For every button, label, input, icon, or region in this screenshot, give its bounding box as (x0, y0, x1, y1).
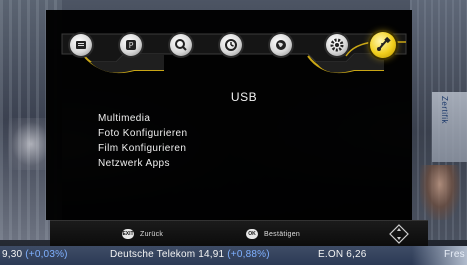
ticker-name: Deutsche Telekom (110, 249, 196, 260)
tv-screen: Zertifik P USB Multimedia Foto Konfiguri… (0, 0, 467, 265)
usb-icon[interactable] (370, 32, 396, 58)
ticker-value: 9,30 (2, 249, 23, 260)
confirm-hint[interactable]: OK Bestätigen (246, 228, 300, 240)
stock-ticker: 9,30 (+0,03%) Deutsche Telekom 14,91 (+0… (0, 246, 467, 265)
ticker-item-0: 9,30 (+0,03%) (2, 249, 68, 260)
page-title: USB (230, 90, 258, 104)
menu-item-netzwerk-apps[interactable]: Netzwerk Apps (98, 156, 187, 171)
background-person (420, 165, 460, 220)
confirm-label: Bestätigen (264, 230, 301, 238)
ticker-value: 14,91 (198, 249, 225, 260)
back-hint[interactable]: EXIT Zurück (122, 228, 163, 240)
ok-key-icon: OK (246, 229, 258, 239)
svg-text:P: P (129, 41, 134, 50)
osd-menu-panel: P USB Multimedia Foto Konfigurieren Film… (46, 10, 412, 220)
search-icon[interactable] (170, 34, 192, 56)
menu-item-multimedia[interactable]: Multimedia (98, 111, 187, 126)
picture-icon[interactable]: P (120, 34, 142, 56)
exit-key-icon: EXIT (122, 229, 134, 239)
back-label: Zurück (140, 230, 164, 238)
tv-guide-icon[interactable] (70, 34, 92, 56)
navigation-diamond-icon (389, 224, 409, 244)
globe-icon[interactable] (270, 34, 292, 56)
clock-icon[interactable] (220, 34, 242, 56)
menu-item-foto-konfigurieren[interactable]: Foto Konfigurieren (98, 126, 187, 141)
menu-item-film-konfigurieren[interactable]: Film Konfigurieren (98, 141, 187, 156)
ticker-change: (+0,03%) (25, 249, 68, 260)
gear-icon[interactable] (326, 34, 348, 56)
help-bar: EXIT Zurück OK Bestätigen (50, 220, 428, 247)
background-display-board (432, 92, 467, 162)
background-side-text: Zertifik (440, 96, 449, 124)
ticker-name: E.ON (318, 249, 344, 260)
top-menu-bar: P (54, 26, 414, 74)
ticker-item-2: E.ON 6,26 (318, 249, 367, 260)
usb-menu-list: Multimedia Foto Konfigurieren Film Konfi… (98, 111, 187, 171)
ticker-item-1: Deutsche Telekom 14,91 (+0,88%) (110, 249, 270, 260)
ticker-tail: Fres (444, 249, 465, 260)
ticker-change: (+0,88%) (227, 249, 270, 260)
ticker-value: 6,26 (346, 249, 367, 260)
